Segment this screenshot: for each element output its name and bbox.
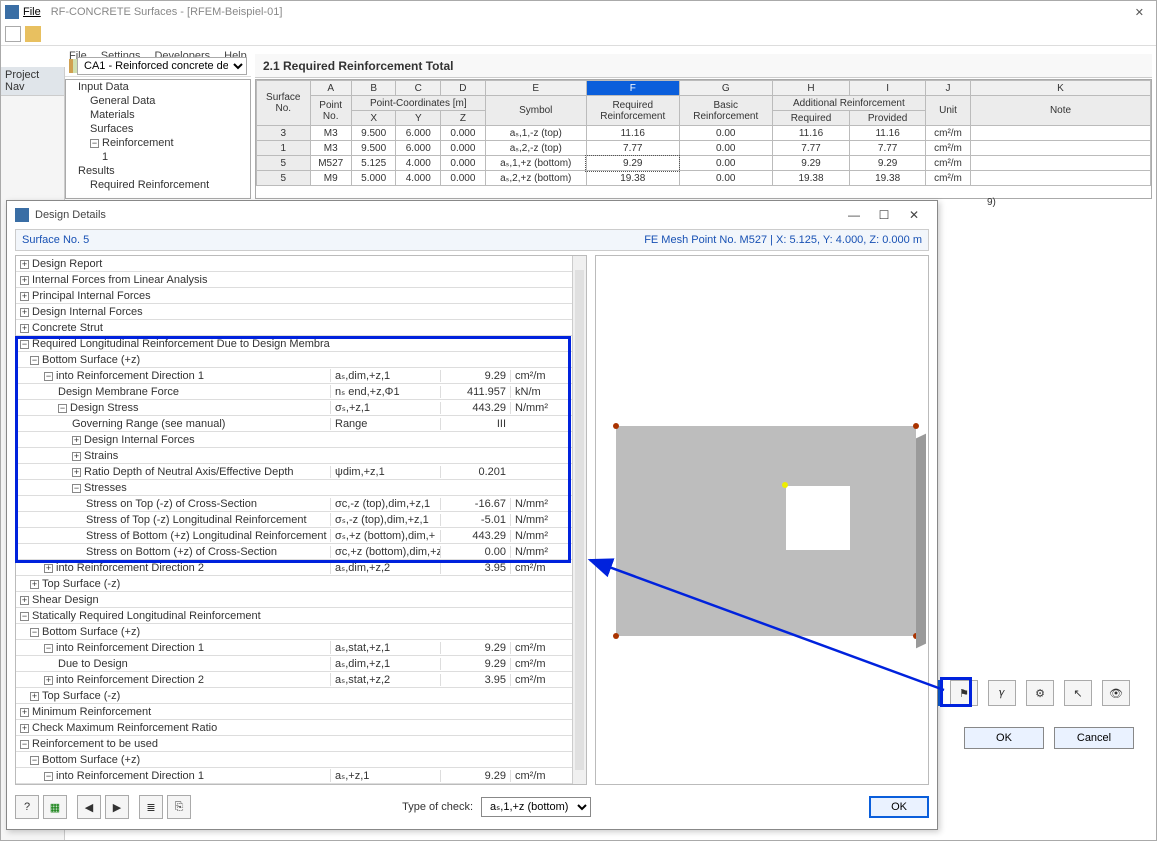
scrollbar[interactable] bbox=[572, 256, 586, 784]
tree-reinforcement[interactable]: −Reinforcement bbox=[66, 136, 250, 150]
col-H[interactable]: H bbox=[772, 81, 850, 96]
nav-tree[interactable]: Input Data General Data Materials Surfac… bbox=[65, 79, 251, 199]
detail-row[interactable]: +Check Maximum Reinforcement Ratio bbox=[16, 720, 586, 736]
cancel-button[interactable]: Cancel bbox=[1054, 727, 1134, 749]
detail-row[interactable]: +Shear Design bbox=[16, 592, 586, 608]
type-of-check-select[interactable]: aₛ,1,+z (bottom) bbox=[481, 797, 591, 817]
close-icon[interactable]: ✕ bbox=[899, 208, 929, 222]
detail-row[interactable]: Stress of Bottom (+z) Longitudinal Reinf… bbox=[16, 528, 586, 544]
detail-row[interactable]: −into Reinforcement Direction 1 aₛ,stat,… bbox=[16, 640, 586, 656]
mesh-point-label: FE Mesh Point No. M527 | X: 5.125, Y: 4.… bbox=[644, 234, 922, 246]
project-nav-header: Project Nav bbox=[1, 67, 64, 96]
tree-input-data[interactable]: Input Data bbox=[66, 80, 250, 94]
tree-materials[interactable]: Materials bbox=[66, 108, 250, 122]
detail-row[interactable]: +Design Internal Forces bbox=[16, 432, 586, 448]
detail-row[interactable]: +Concrete Strut bbox=[16, 320, 586, 336]
col-J[interactable]: J bbox=[926, 81, 971, 96]
flag-tool-icon[interactable]: ⚑ bbox=[950, 680, 978, 706]
detail-row[interactable]: +Minimum Reinforcement bbox=[16, 704, 586, 720]
excel-icon[interactable]: ▦ bbox=[43, 795, 67, 819]
detail-row[interactable]: +Top Surface (-z) bbox=[16, 576, 586, 592]
detail-row[interactable]: Design Membrane Force nₛ end,+z,Φ1 411.9… bbox=[16, 384, 586, 400]
col-K[interactable]: K bbox=[971, 81, 1151, 96]
detail-row[interactable]: Due to Design aₛ,dim,+z,1 9.29 cm²/m bbox=[16, 656, 586, 672]
detail-row[interactable]: Stress of Top (-z) Longitudinal Reinforc… bbox=[16, 512, 586, 528]
dialog-ok-button[interactable]: OK bbox=[869, 796, 929, 818]
list-icon[interactable]: ≣ bbox=[139, 795, 163, 819]
settings-tool-icon[interactable]: ⚙ bbox=[1026, 680, 1054, 706]
eye-tool-icon[interactable]: 👁 bbox=[1102, 680, 1130, 706]
filter-tool-icon[interactable]: 𝛾 bbox=[988, 680, 1016, 706]
detail-row[interactable]: −Required Longitudinal Reinforcement Due… bbox=[16, 336, 586, 352]
pointer-tool-icon[interactable]: ↖ bbox=[1064, 680, 1092, 706]
help-icon[interactable]: ? bbox=[15, 795, 39, 819]
minimize-icon[interactable]: — bbox=[839, 208, 869, 222]
view-tools: ℹ ⚑ 𝛾 ⚙ ↖ 👁 bbox=[912, 680, 1134, 706]
ok-button[interactable]: OK bbox=[964, 727, 1044, 749]
col-I[interactable]: I bbox=[850, 81, 926, 96]
stray-text: 9) bbox=[987, 197, 996, 208]
details-tree[interactable]: +Design Report +Internal Forces from Lin… bbox=[15, 255, 587, 785]
detail-row[interactable]: −Reinforcement to be used bbox=[16, 736, 586, 752]
col-B[interactable]: B bbox=[351, 81, 396, 96]
detail-row[interactable]: +Top Surface (-z) bbox=[16, 688, 586, 704]
maximize-icon[interactable]: ☐ bbox=[869, 208, 899, 222]
concrete-surface-shape bbox=[616, 426, 916, 636]
main-toolbar bbox=[1, 23, 1156, 45]
col-surface-no: SurfaceNo. bbox=[257, 81, 311, 126]
new-icon[interactable] bbox=[5, 26, 21, 42]
open-icon[interactable] bbox=[25, 26, 41, 42]
tree-results[interactable]: Results bbox=[66, 164, 250, 178]
tree-reinf-1[interactable]: 1 bbox=[66, 150, 250, 164]
detail-row[interactable]: +Principal Internal Forces bbox=[16, 288, 586, 304]
col-G[interactable]: G bbox=[679, 81, 772, 96]
tree-req-reinf[interactable]: Required Reinforcement bbox=[66, 178, 250, 192]
main-titlebar: File RF-CONCRETE Surfaces - [RFEM-Beispi… bbox=[1, 1, 1156, 23]
detail-row[interactable]: −Statically Required Longitudinal Reinfo… bbox=[16, 608, 586, 624]
detail-row[interactable]: −Bottom Surface (+z) bbox=[16, 752, 586, 768]
surface-label: Surface No. 5 bbox=[22, 234, 89, 246]
case-dropdown[interactable]: CA1 - Reinforced concrete desi bbox=[77, 57, 247, 75]
col-C[interactable]: C bbox=[396, 81, 441, 96]
3d-viewport[interactable] bbox=[595, 255, 929, 785]
detail-row[interactable]: −Bottom Surface (+z) bbox=[16, 352, 586, 368]
app-icon bbox=[5, 5, 19, 19]
content-title: 2.1 Required Reinforcement Total bbox=[255, 54, 1152, 78]
col-F[interactable]: F bbox=[586, 81, 679, 96]
detail-row[interactable]: +into Reinforcement Direction 2 aₛ,dim,+… bbox=[16, 560, 586, 576]
next-icon[interactable]: ▶ bbox=[105, 795, 129, 819]
type-of-check-label: Type of check: bbox=[402, 801, 473, 813]
dialog-icon bbox=[15, 208, 29, 222]
results-table[interactable]: SurfaceNo. A B C D E F G H I J K PointNo… bbox=[255, 79, 1152, 199]
detail-row[interactable]: +Design Report bbox=[16, 256, 586, 272]
detail-row[interactable]: −Stresses bbox=[16, 480, 586, 496]
prev-icon[interactable]: ◀ bbox=[77, 795, 101, 819]
dialog-title: Design Details bbox=[35, 209, 106, 221]
detail-row[interactable]: +Internal Forces from Linear Analysis bbox=[16, 272, 586, 288]
file-menu-label[interactable]: File bbox=[23, 6, 41, 18]
tree-surfaces[interactable]: Surfaces bbox=[66, 122, 250, 136]
col-D[interactable]: D bbox=[441, 81, 486, 96]
tree-general[interactable]: General Data bbox=[66, 94, 250, 108]
detail-row[interactable]: −Design Stress σₛ,+z,1 443.29 N/mm² bbox=[16, 400, 586, 416]
close-icon[interactable]: ✕ bbox=[1127, 6, 1152, 19]
detail-row[interactable]: +into Reinforcement Direction 2 aₛ,stat,… bbox=[16, 672, 586, 688]
design-details-dialog: Design Details — ☐ ✕ Surface No. 5 FE Me… bbox=[6, 200, 938, 830]
col-E[interactable]: E bbox=[485, 81, 586, 96]
window-title: RF-CONCRETE Surfaces - [RFEM-Beispiel-01… bbox=[51, 6, 283, 18]
detail-row[interactable]: Stress on Top (-z) of Cross-Section σc,-… bbox=[16, 496, 586, 512]
detail-row[interactable]: −Bottom Surface (+z) bbox=[16, 624, 586, 640]
detail-row[interactable]: −into Reinforcement Direction 1 aₛ,+z,1 … bbox=[16, 768, 586, 784]
copy-icon[interactable]: ⎘ bbox=[167, 795, 191, 819]
detail-row[interactable]: +Strains bbox=[16, 448, 586, 464]
detail-row[interactable]: −into Reinforcement Direction 1 aₛ,dim,+… bbox=[16, 368, 586, 384]
col-A[interactable]: A bbox=[310, 81, 351, 96]
detail-row[interactable]: +Ratio Depth of Neutral Axis/Effective D… bbox=[16, 464, 586, 480]
detail-row[interactable]: Governing Range (see manual) Range III bbox=[16, 416, 586, 432]
detail-row[interactable]: +Design Internal Forces bbox=[16, 304, 586, 320]
detail-row[interactable]: Stress on Bottom (+z) of Cross-Section σ… bbox=[16, 544, 586, 560]
